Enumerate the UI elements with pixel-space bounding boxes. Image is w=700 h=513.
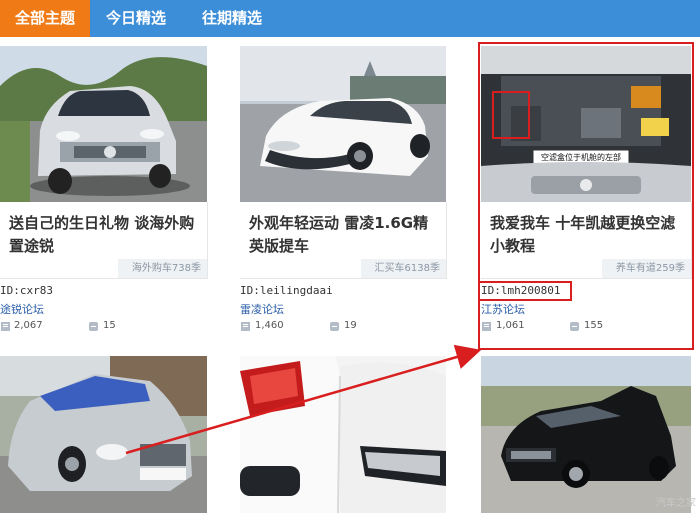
annotation-arrow: [125, 344, 482, 455]
watermark: 汽车之家: [656, 498, 696, 509]
